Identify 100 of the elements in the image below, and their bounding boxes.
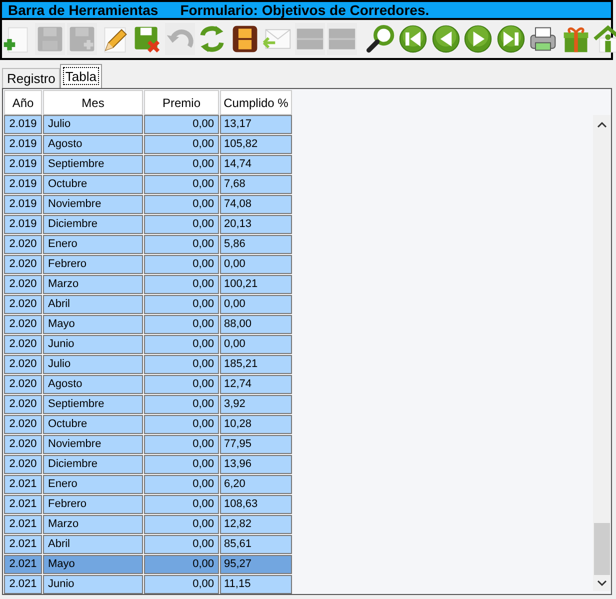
table-cell: 2.019 (4, 215, 42, 234)
table-cell: Enero (43, 235, 143, 254)
table-cell: 95,27 (220, 555, 292, 574)
table-cell: 0,00 (144, 455, 219, 474)
table-cell: 12,82 (220, 515, 292, 534)
column-header[interactable]: Cumplido % (220, 90, 292, 115)
table-cell: 105,82 (220, 135, 292, 154)
table-cell: 0,00 (144, 175, 219, 194)
table-cell: Diciembre (43, 215, 143, 234)
table-cell: Octubre (43, 415, 143, 434)
table-cell: 2.019 (4, 135, 42, 154)
next-record-icon[interactable] (463, 23, 493, 55)
table-cell: 0,00 (220, 335, 292, 354)
table-cell: 3,92 (220, 395, 292, 414)
table-cell: 74,08 (220, 195, 292, 214)
table-cell: Marzo (43, 275, 143, 294)
tab[interactable]: Tabla (60, 64, 102, 88)
table-cell: 0,00 (144, 315, 219, 334)
table-cell: 0,00 (220, 295, 292, 314)
table-cell: 2.020 (4, 235, 42, 254)
house-icon[interactable] (593, 23, 616, 55)
table-cell: 2.020 (4, 315, 42, 334)
search-icon[interactable] (366, 23, 396, 55)
table-cell: Agosto (43, 375, 143, 394)
table-cell: 0,00 (144, 295, 219, 314)
table-cell: 0,00 (144, 355, 219, 374)
column-header[interactable]: Mes (43, 90, 143, 115)
table-cell: 14,74 (220, 155, 292, 174)
table-cell: 6,20 (220, 475, 292, 494)
table-cell: 0,00 (144, 375, 219, 394)
table-cell: 0,00 (144, 235, 219, 254)
table-cell: 0,00 (144, 135, 219, 154)
table-cell: 13,17 (220, 115, 292, 134)
table-cell: 2.021 (4, 535, 42, 554)
table-cell: 5,86 (220, 235, 292, 254)
table-cell: 2.021 (4, 515, 42, 534)
first-record-icon[interactable] (398, 23, 428, 55)
table-cell: 0,00 (144, 415, 219, 434)
table-cell: 2.020 (4, 415, 42, 434)
column-header[interactable]: Premio (144, 90, 219, 115)
table-cell: Julio (43, 355, 143, 374)
form-title: Formulario: Objetivos de Corredores. (180, 3, 430, 17)
table-cell: 0,00 (144, 215, 219, 234)
table-cell: Septiembre (43, 155, 143, 174)
table-cell: 2.020 (4, 395, 42, 414)
table-cell: 2.021 (4, 495, 42, 514)
table-cell: 0,00 (144, 335, 219, 354)
table-cell: 185,21 (220, 355, 292, 374)
table-cell: 2.019 (4, 115, 42, 134)
table-cell: 0,00 (144, 535, 219, 554)
table-cell: Junio (43, 335, 143, 354)
table-cell: Diciembre (43, 455, 143, 474)
table-cell: 2.020 (4, 375, 42, 394)
table-cell: 20,13 (220, 215, 292, 234)
table-cell: Abril (43, 535, 143, 554)
table-cell: 85,61 (220, 535, 292, 554)
table-cell: 88,00 (220, 315, 292, 334)
table-cell: Abril (43, 295, 143, 314)
table-cell: 0,00 (144, 255, 219, 274)
table-cell: 2.019 (4, 175, 42, 194)
table-cell: Enero (43, 475, 143, 494)
table-cell: 2.020 (4, 335, 42, 354)
table-cell: 2.020 (4, 255, 42, 274)
table-cell: 2.020 (4, 275, 42, 294)
table-cell: 0,00 (144, 435, 219, 454)
last-record-icon[interactable] (496, 23, 526, 55)
table-cell: 13,96 (220, 455, 292, 474)
table-cell: 0,00 (144, 115, 219, 134)
table-cell: 2.020 (4, 455, 42, 474)
table-cell: Agosto (43, 135, 143, 154)
table-cell: Mayo (43, 555, 143, 574)
table-cell: 0,00 (144, 515, 219, 534)
scrollbar[interactable] (593, 115, 611, 591)
table-cell: Septiembre (43, 395, 143, 414)
column-header[interactable]: Año (4, 90, 42, 115)
table-cell: 2.019 (4, 195, 42, 214)
table-cell: 0,00 (144, 495, 219, 514)
table-cell: Julio (43, 115, 143, 134)
table-cell: 11,15 (220, 575, 292, 594)
table-cell: Noviembre (43, 195, 143, 214)
table-cell: 0,00 (144, 195, 219, 214)
table-cell: 2.020 (4, 355, 42, 374)
table-cell: 0,00 (144, 575, 219, 594)
previous-record-icon[interactable] (430, 23, 460, 55)
table-cell: 12,74 (220, 375, 292, 394)
table-cell: 77,95 (220, 435, 292, 454)
table-cell: 2.020 (4, 435, 42, 454)
table-cell: 0,00 (144, 395, 219, 414)
table-cell: Mayo (43, 315, 143, 334)
table-cell: Febrero (43, 255, 143, 274)
tab[interactable]: Registro (2, 68, 60, 88)
table-cell: 100,21 (220, 275, 292, 294)
table-cell: 2.021 (4, 475, 42, 494)
table-cell: 2.019 (4, 155, 42, 174)
table-cell: Octubre (43, 175, 143, 194)
table-cell: Febrero (43, 495, 143, 514)
table-cell: Noviembre (43, 435, 143, 454)
table-cell: 7,68 (220, 175, 292, 194)
scroll-thumb[interactable] (594, 523, 610, 575)
table-cell: 0,00 (144, 475, 219, 494)
